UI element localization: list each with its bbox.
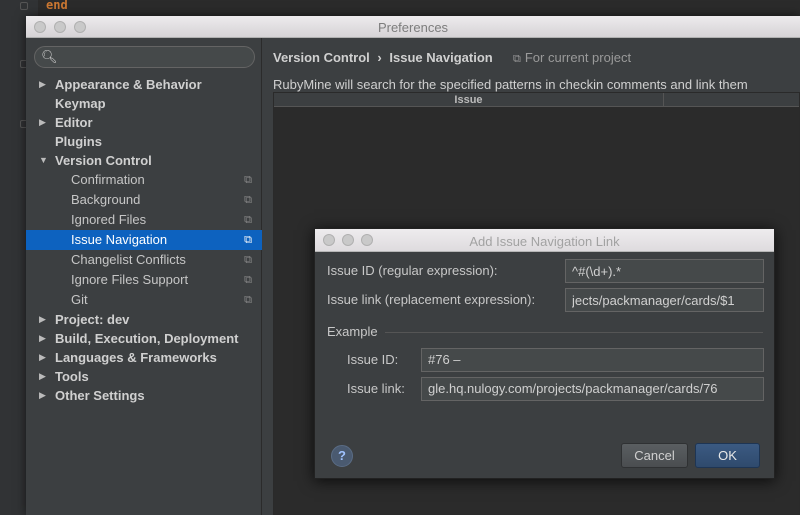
- tree-item-plugins[interactable]: Plugins: [26, 132, 262, 151]
- tree-item-label: Ignore Files Support: [71, 272, 189, 287]
- tree-item-ignore-files-support[interactable]: Ignore Files Support ⧉: [26, 270, 262, 290]
- expand-arrow-icon[interactable]: ▶: [39, 113, 46, 132]
- project-settings-icon: ⧉: [244, 234, 252, 246]
- example-divider: [385, 332, 763, 333]
- tree-item-label: Issue Navigation: [71, 232, 168, 247]
- tree-item-label: Other Settings: [55, 388, 145, 403]
- tree-item-confirmation[interactable]: Confirmation ⧉: [26, 170, 262, 190]
- project-settings-icon: ⧉: [244, 254, 252, 266]
- add-issue-navigation-link-dialog: Add Issue Navigation Link Issue ID (regu…: [314, 228, 775, 479]
- tree-item-git[interactable]: Git ⧉: [26, 290, 262, 310]
- dialog-titlebar: Add Issue Navigation Link: [315, 229, 774, 252]
- project-scope-note: ⧉ For current project: [513, 50, 631, 66]
- column-header-issue[interactable]: Issue: [274, 93, 664, 107]
- tree-item-label: Plugins: [55, 134, 102, 149]
- tree-item-version-control[interactable]: ▼ Version Control: [26, 151, 262, 170]
- issue-link-field[interactable]: [565, 288, 764, 312]
- example-issue-link-value[interactable]: gle.hq.nulogy.com/projects/packmanager/c…: [421, 377, 764, 401]
- tree-item-ignored-files[interactable]: Ignored Files ⧉: [26, 210, 262, 230]
- tree-item-label: Project: dev: [55, 312, 130, 327]
- tree-item-tools[interactable]: ▶ Tools: [26, 367, 262, 386]
- project-settings-icon: ⧉: [244, 174, 252, 186]
- preferences-title: Preferences: [377, 20, 449, 35]
- project-settings-icon: ⧉: [244, 194, 252, 206]
- tree-item-build[interactable]: ▶ Build, Execution, Deployment: [26, 329, 262, 348]
- tree-item-appearance[interactable]: ▶ Appearance & Behavior: [26, 75, 262, 94]
- project-scope-label: For current project: [524, 50, 632, 65]
- fold-marker[interactable]: [20, 2, 28, 10]
- dialog-title: Add Issue Navigation Link: [469, 234, 620, 249]
- help-button[interactable]: ?: [331, 445, 353, 467]
- tree-item-label: Keymap: [55, 96, 106, 111]
- expand-arrow-icon[interactable]: ▶: [39, 367, 46, 386]
- settings-sidebar: 🔍︎ ▶ Appearance & Behavior Keymap ▶ Edit…: [26, 38, 262, 515]
- tree-item-label: Ignored Files: [71, 212, 147, 227]
- expand-arrow-icon[interactable]: ▶: [39, 329, 46, 348]
- collapse-arrow-icon[interactable]: ▼: [39, 151, 48, 170]
- tree-item-label: Build, Execution, Deployment: [55, 331, 239, 346]
- breadcrumb-parent: Version Control: [273, 50, 370, 65]
- issue-id-label: Issue ID (regular expression):: [327, 263, 498, 278]
- breadcrumb-current: Issue Navigation: [389, 50, 493, 65]
- tree-item-label: Editor: [55, 115, 93, 130]
- tree-item-label: Background: [71, 192, 141, 207]
- example-issue-id-value: #76 –: [421, 348, 764, 372]
- editor-code-text: end: [46, 0, 68, 12]
- tree-item-label: Languages & Frameworks: [55, 350, 217, 365]
- tree-item-label: Git: [71, 292, 88, 307]
- tree-item-other-settings[interactable]: ▶ Other Settings: [26, 386, 262, 405]
- page-description: RubyMine will search for the specified p…: [273, 77, 748, 92]
- settings-tree: ▶ Appearance & Behavior Keymap ▶ Editor …: [26, 75, 262, 405]
- tree-item-label: Version Control: [55, 153, 152, 168]
- tree-item-issue-navigation[interactable]: Issue Navigation ⧉: [26, 230, 262, 250]
- example-issue-id-label: Issue ID:: [347, 352, 399, 367]
- preferences-titlebar: Preferences: [26, 16, 800, 38]
- tree-item-changelist-conflicts[interactable]: Changelist Conflicts ⧉: [26, 250, 262, 270]
- tree-item-keymap[interactable]: Keymap: [26, 94, 262, 113]
- expand-arrow-icon[interactable]: ▶: [39, 75, 46, 94]
- example-issue-link-label: Issue link:: [347, 381, 405, 396]
- example-section-label: Example: [327, 324, 378, 339]
- settings-search-input[interactable]: [57, 49, 247, 65]
- tree-item-label: Appearance & Behavior: [55, 77, 202, 92]
- table-header: Issue: [274, 93, 799, 107]
- search-icon: 🔍︎: [41, 49, 58, 64]
- project-settings-icon: ⧉: [244, 294, 252, 306]
- issue-link-label: Issue link (replacement expression):: [327, 292, 536, 307]
- cancel-button[interactable]: Cancel: [621, 443, 688, 468]
- expand-arrow-icon[interactable]: ▶: [39, 348, 46, 367]
- project-settings-icon: ⧉: [244, 274, 252, 286]
- project-settings-icon: ⧉: [513, 53, 521, 65]
- tree-item-languages[interactable]: ▶ Languages & Frameworks: [26, 348, 262, 367]
- tree-item-label: Confirmation: [71, 172, 145, 187]
- expand-arrow-icon[interactable]: ▶: [39, 386, 46, 405]
- expand-arrow-icon[interactable]: ▶: [39, 310, 46, 329]
- project-settings-icon: ⧉: [244, 214, 252, 226]
- tree-item-project[interactable]: ▶ Project: dev: [26, 310, 262, 329]
- tree-item-label: Tools: [55, 369, 89, 384]
- tree-item-label: Changelist Conflicts: [71, 252, 186, 267]
- breadcrumb-separator: ›: [377, 50, 382, 65]
- tree-item-background[interactable]: Background ⧉: [26, 190, 262, 210]
- issue-id-field[interactable]: [565, 259, 764, 283]
- settings-search-box[interactable]: 🔍︎: [34, 46, 255, 68]
- ok-button[interactable]: OK: [695, 443, 760, 468]
- breadcrumb: Version Control › Issue Navigation: [273, 50, 493, 65]
- tree-item-editor[interactable]: ▶ Editor: [26, 113, 262, 132]
